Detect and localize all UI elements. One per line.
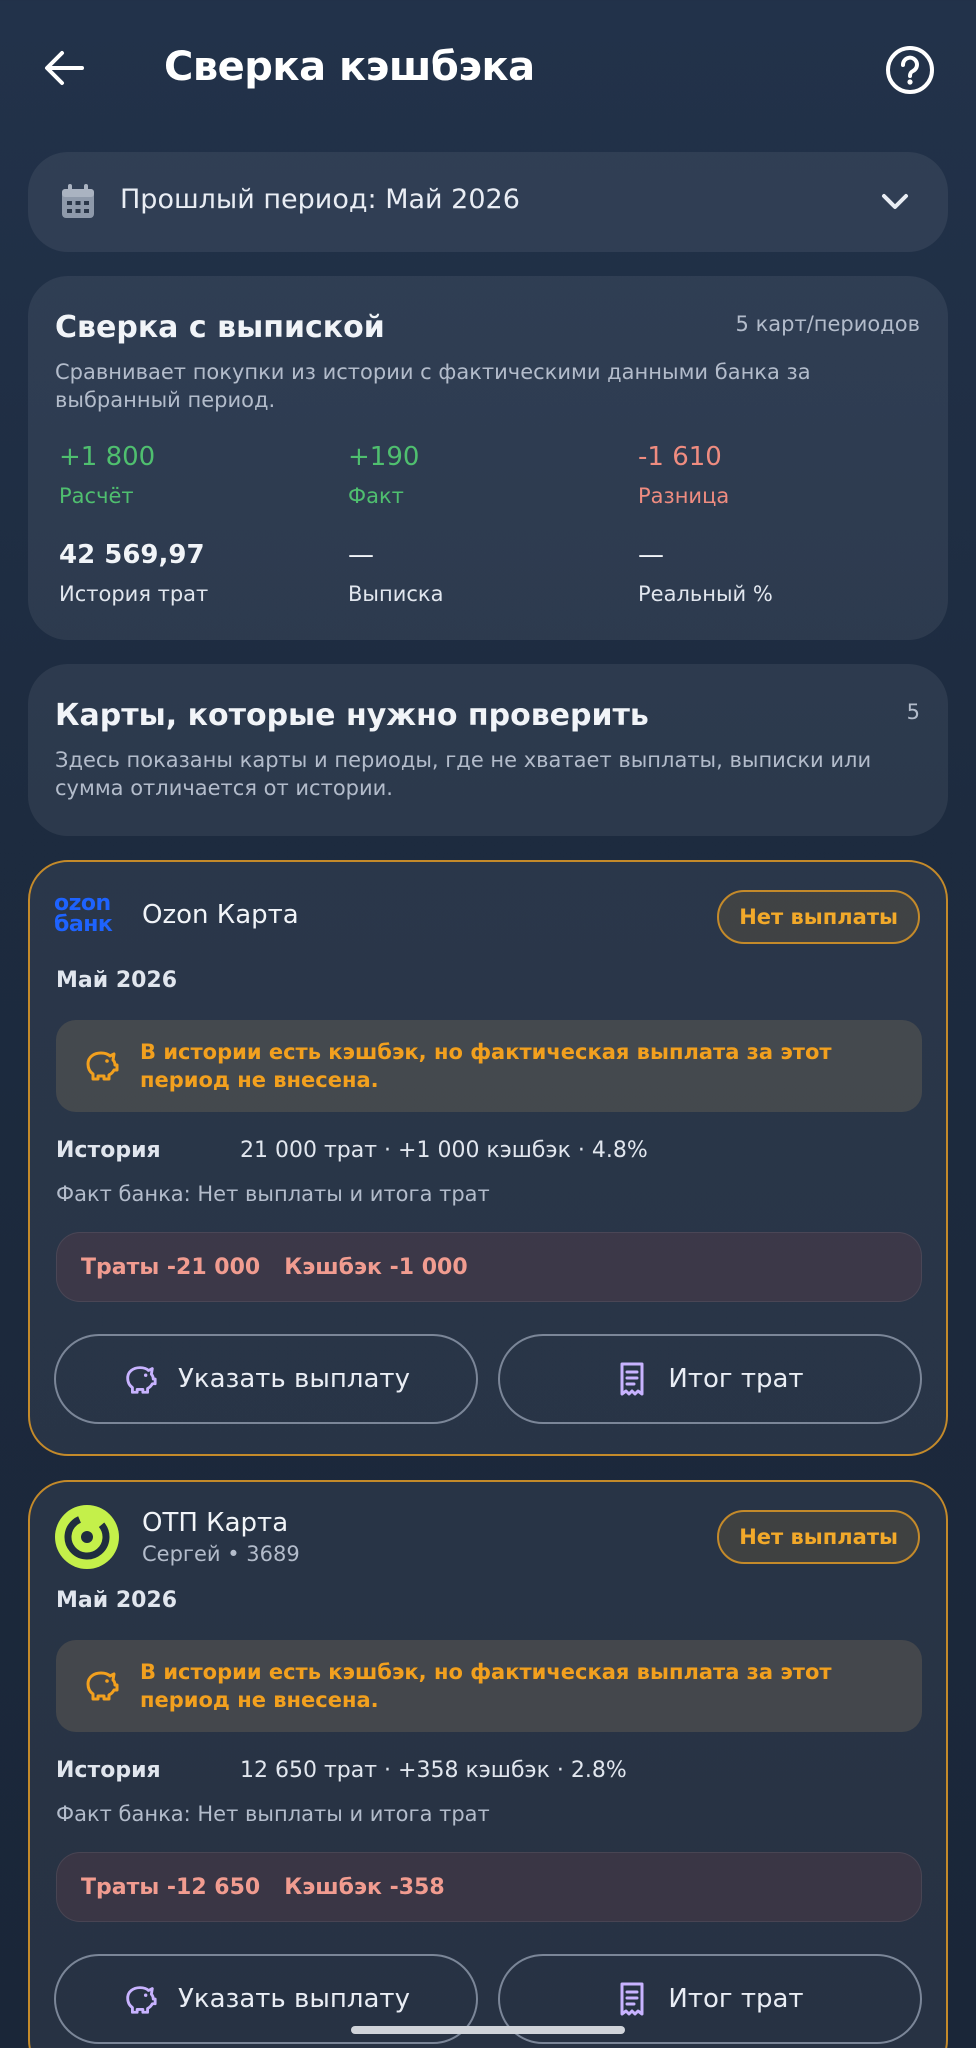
button-label: Указать выплату — [178, 1364, 410, 1394]
diff-spend: Траты -12 650 — [81, 1874, 261, 1900]
stat-history: 42 569,97 История трат — [59, 540, 208, 606]
stat-label: Разница — [638, 484, 730, 508]
reconciliation-summary: Сверка с выпиской 5 карт/периодов Сравни… — [28, 276, 948, 640]
stat-fact: +190 Факт — [348, 442, 419, 508]
help-button[interactable] — [884, 44, 936, 96]
summary-count: 5 карт/периодов — [735, 312, 920, 336]
stat-value: — — [348, 540, 374, 570]
cards-to-check-section: Карты, которые нужно проверить 5 Здесь п… — [28, 664, 948, 836]
stat-value: +1 800 — [59, 442, 156, 472]
otp-bank-logo — [54, 1504, 120, 1570]
stat-label: Расчёт — [59, 484, 134, 508]
card-name: Ozon Карта — [142, 900, 299, 930]
button-label: Указать выплату — [178, 1984, 410, 2014]
check-description: Здесь показаны карты и периоды, где не х… — [55, 748, 872, 800]
card-period: Май 2026 — [56, 1588, 178, 1613]
history-value: 21 000 трат · +1 000 кэшбэк · 4.8% — [240, 1138, 648, 1163]
page-title: Сверка кэшбэка — [164, 44, 535, 90]
back-button[interactable] — [40, 44, 88, 92]
stat-value: +190 — [348, 442, 420, 472]
otp-logo-icon — [55, 1505, 119, 1569]
warning-banner: В истории есть кэшбэк, но фактическая вы… — [56, 1020, 922, 1112]
logo-text-bottom: банк — [54, 912, 113, 937]
stat-statement: — Выписка — [348, 540, 443, 606]
card-owner: Сергей • 3689 — [142, 1542, 300, 1566]
diff-spend: Траты -21 000 — [81, 1254, 261, 1280]
calendar-icon — [62, 184, 94, 218]
stat-label: История трат — [59, 582, 209, 606]
piggy-bank-icon — [126, 1986, 157, 2014]
period-selector[interactable]: Прошлый период: Май 2026 — [28, 152, 948, 252]
status-badge: Нет выплаты — [717, 1510, 920, 1564]
status-badge: Нет выплаты — [717, 890, 920, 944]
piggy-bank-icon — [86, 1671, 119, 1701]
chevron-down-icon — [882, 194, 908, 209]
piggy-bank-icon — [126, 1366, 157, 1394]
diff-cashback: Кэшбэк -1 000 — [284, 1254, 468, 1280]
specify-payout-button[interactable]: Указать выплату — [54, 1334, 478, 1424]
top-bar: Сверка кэшбэка — [0, 0, 976, 140]
warning-text: В истории есть кэшбэк, но фактическая вы… — [140, 1660, 832, 1712]
question-circle-icon — [886, 46, 934, 94]
bank-card-ozon: ozon банк Ozon Карта Нет выплаты Май 202… — [28, 860, 948, 1456]
receipt-icon — [620, 1982, 644, 2016]
stat-label: Факт — [348, 484, 404, 508]
stat-calculated: +1 800 Расчёт — [59, 442, 155, 508]
period-label: Прошлый период: Май 2026 — [120, 184, 520, 215]
ozon-bank-logo: ozon банк — [54, 891, 122, 937]
stat-label: Выписка — [348, 582, 444, 606]
summary-description: Сравнивает покупки из истории с фактичес… — [55, 360, 811, 412]
history-label: История — [56, 1758, 161, 1783]
button-label: Итог трат — [668, 1984, 804, 2014]
summary-title: Сверка с выпиской — [55, 310, 385, 345]
stat-value: -1 610 — [638, 442, 722, 472]
bank-fact: Факт банка: Нет выплаты и итога трат — [56, 1182, 490, 1206]
stat-value: — — [638, 540, 664, 570]
bank-fact: Факт банка: Нет выплаты и итога трат — [56, 1802, 490, 1826]
check-title: Карты, которые нужно проверить — [55, 698, 649, 733]
card-name: ОТП Карта — [142, 1508, 289, 1538]
check-count: 5 — [906, 700, 920, 724]
logo-text-top: ozon — [54, 891, 111, 916]
spend-total-button[interactable]: Итог трат — [498, 1334, 922, 1424]
stat-real-percent: — Реальный % — [638, 540, 773, 606]
stat-difference: -1 610 Разница — [638, 442, 729, 508]
home-indicator[interactable] — [351, 2026, 625, 2034]
history-label: История — [56, 1138, 161, 1163]
difference-bar: Траты -12 650 Кэшбэк -358 — [56, 1852, 922, 1922]
stat-label: Реальный % — [638, 582, 773, 606]
warning-text: В истории есть кэшбэк, но фактическая вы… — [140, 1040, 832, 1092]
history-value: 12 650 трат · +358 кэшбэк · 2.8% — [240, 1758, 627, 1783]
bank-card-otp: ОТП Карта Сергей • 3689 Нет выплаты Май … — [28, 1480, 948, 2048]
arrow-left-icon — [45, 51, 84, 85]
diff-cashback: Кэшбэк -358 — [284, 1874, 445, 1900]
receipt-icon — [620, 1362, 644, 1396]
warning-banner: В истории есть кэшбэк, но фактическая вы… — [56, 1640, 922, 1732]
stat-value: 42 569,97 — [59, 540, 205, 570]
button-label: Итог трат — [668, 1364, 804, 1394]
difference-bar: Траты -21 000 Кэшбэк -1 000 — [56, 1232, 922, 1302]
piggy-bank-icon — [86, 1051, 119, 1081]
card-period: Май 2026 — [56, 968, 178, 993]
